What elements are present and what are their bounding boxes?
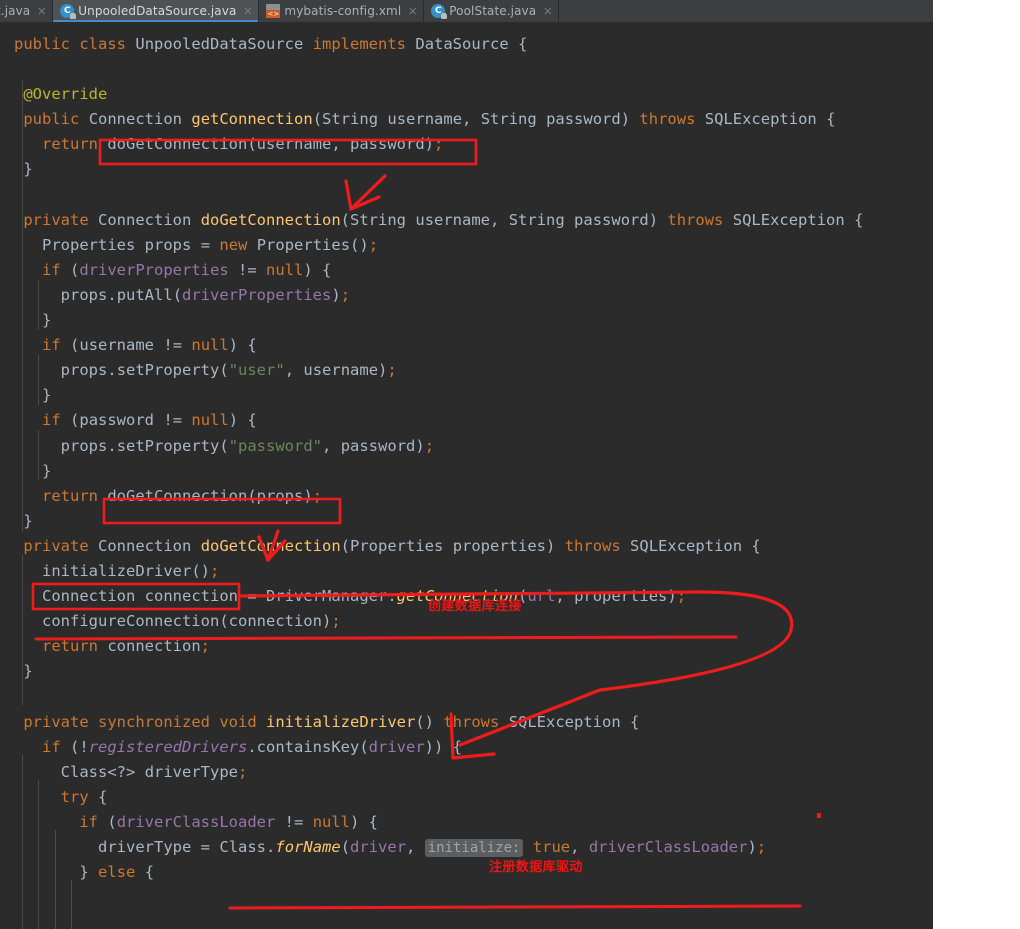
- code-line: private Connection doGetConnection(Strin…: [23, 210, 864, 229]
- code-line: return doGetConnection(props);: [42, 486, 323, 505]
- indent-guide: [38, 355, 39, 405]
- annotation-note-create-connection: 创建数据库连接: [428, 599, 522, 614]
- ide-window: C t.java × C UnpooledDataSource.java × m…: [0, 0, 933, 929]
- source-code[interactable]: public class UnpooledDataSource implemen…: [0, 22, 933, 885]
- indent-guide: [22, 80, 23, 205]
- editor-tab-1[interactable]: C UnpooledDataSource.java ×: [53, 0, 260, 22]
- code-line: return doGetConnection(username, passwor…: [42, 135, 444, 154]
- code-editor-area[interactable]: public class UnpooledDataSource implemen…: [0, 22, 933, 929]
- indent-guide: [38, 780, 39, 929]
- code-line: if (driverClassLoader != null) {: [79, 812, 379, 831]
- code-line: if (driverProperties != null) {: [42, 260, 332, 279]
- code-line: }: [23, 511, 33, 530]
- code-line: driverType = Class.forName(driver, initi…: [98, 838, 767, 857]
- code-line: }: [23, 160, 33, 179]
- close-icon[interactable]: ×: [242, 5, 253, 17]
- indent-guide: [22, 205, 23, 532]
- code-line: }: [42, 386, 52, 405]
- editor-tab-0[interactable]: C t.java ×: [0, 0, 54, 22]
- code-line: }: [42, 461, 52, 480]
- code-line: } else {: [79, 863, 155, 882]
- code-line: private synchronized void initializeDriv…: [23, 712, 640, 731]
- code-line: props.setProperty("password", password);: [60, 436, 435, 455]
- indent-guide: [71, 880, 72, 929]
- code-line: private Connection doGetConnection(Prope…: [23, 536, 761, 555]
- code-line: @Override: [23, 85, 108, 104]
- code-line: if (password != null) {: [42, 411, 257, 430]
- code-line: Properties props = new Properties();: [42, 235, 379, 254]
- code-line: }: [42, 311, 52, 330]
- java-class-icon: C: [431, 4, 448, 19]
- indent-guide: [38, 280, 39, 330]
- xml-file-icon: [266, 4, 281, 18]
- editor-tab-bar: C t.java × C UnpooledDataSource.java × m…: [0, 0, 933, 22]
- indent-guide: [38, 430, 39, 480]
- editor-tab-label: mybatis-config.xml: [284, 4, 402, 18]
- indent-guide: [22, 755, 23, 929]
- code-line: if (!registeredDrivers.containsKey(drive…: [42, 737, 462, 756]
- java-class-icon: C: [60, 4, 77, 19]
- indent-guide: [55, 830, 56, 929]
- code-line: props.setProperty("user", username);: [60, 361, 397, 380]
- indent-guide: [22, 555, 23, 705]
- code-line: return connection;: [42, 637, 211, 656]
- close-icon[interactable]: ×: [36, 5, 47, 17]
- editor-tab-label: UnpooledDataSource.java: [78, 4, 237, 18]
- code-line: props.putAll(driverProperties);: [60, 285, 351, 304]
- code-line: try {: [60, 787, 108, 806]
- annotation-note-register-driver: 注册数据库驱动: [489, 860, 583, 875]
- code-line: public Connection getConnection(String u…: [23, 110, 836, 129]
- inlay-hint: initialize:: [424, 839, 524, 857]
- editor-tab-3[interactable]: C PoolState.java ×: [424, 0, 560, 22]
- close-icon[interactable]: ×: [407, 5, 418, 17]
- editor-tab-label: t.java: [0, 4, 31, 18]
- code-line: Class<?> driverType;: [60, 762, 248, 781]
- code-line: public class UnpooledDataSource implemen…: [14, 35, 528, 53]
- code-line: if (username != null) {: [42, 336, 257, 355]
- editor-tab-label: PoolState.java: [449, 4, 537, 18]
- close-icon[interactable]: ×: [542, 5, 553, 17]
- code-line: }: [23, 662, 33, 681]
- code-line: initializeDriver();: [42, 561, 220, 580]
- editor-tab-2[interactable]: mybatis-config.xml ×: [259, 0, 425, 22]
